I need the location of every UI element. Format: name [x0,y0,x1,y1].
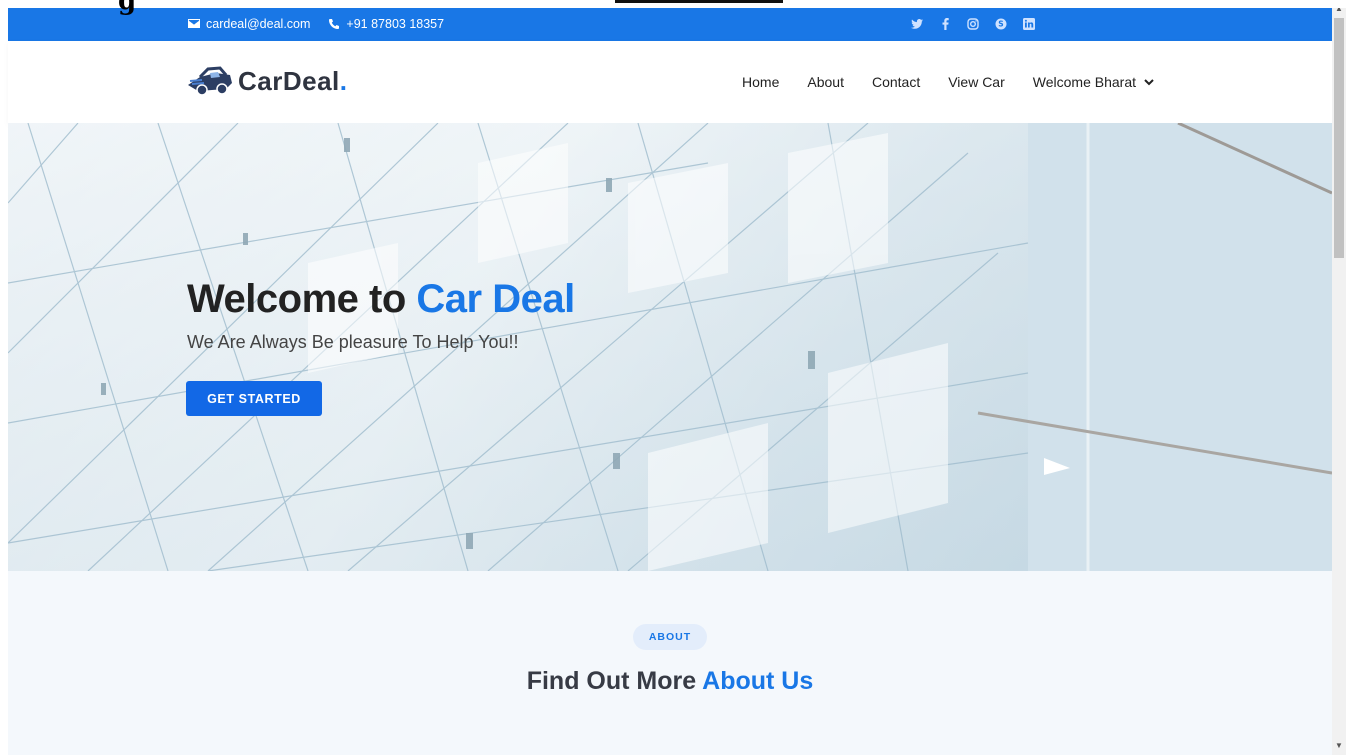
site-logo[interactable]: CarDeal. [186,59,348,103]
email-item[interactable]: cardeal@deal.com [188,17,310,31]
phone-item[interactable]: +91 87803 18357 [328,17,444,31]
site-header: CarDeal. Home About Contact View Car Wel… [8,41,1332,123]
nav-about[interactable]: About [807,74,844,90]
skype-icon[interactable]: S [994,17,1008,31]
scrollbar-thumb[interactable] [1334,18,1344,258]
phone-text: +91 87803 18357 [346,16,445,31]
nav-view-car[interactable]: View Car [948,74,1005,90]
page-scrollbar[interactable]: ▲ ▼ [1332,0,1346,755]
twitter-icon[interactable] [910,17,924,31]
about-badge: ABOUT [633,624,707,650]
user-menu-label: Welcome Bharat [1032,74,1136,90]
hero-section: Welcome to Car Deal We Are Always Be ple… [8,123,1332,571]
artifact-bar [615,0,783,3]
chevron-down-icon [1144,78,1154,85]
envelope-icon [188,19,200,28]
facebook-icon[interactable] [938,17,952,31]
linkedin-icon[interactable] [1022,17,1036,31]
contact-info: cardeal@deal.com +91 87803 18357 [188,6,444,41]
top-contact-bar: cardeal@deal.com +91 87803 18357 S [8,6,1332,41]
get-started-button[interactable]: GET STARTED [186,381,322,416]
top-artifact: g [0,0,1346,16]
hero-subtitle: We Are Always Be pleasure To Help You!! [187,332,519,352]
social-links: S [910,6,1036,41]
nav-contact[interactable]: Contact [872,74,920,90]
about-section: ABOUT Find Out More About Us [8,571,1332,755]
email-text: cardeal@deal.com [206,16,311,31]
scroll-down-arrow-icon[interactable]: ▼ [1332,739,1346,753]
about-title: Find Out More About Us [526,667,814,695]
instagram-icon[interactable] [966,17,980,31]
artifact-glyph: g [118,0,137,16]
car-logo-icon [188,66,232,96]
hero-title-accent: Car Deal [416,277,575,321]
svg-text:S: S [998,19,1003,28]
main-nav: Home About Contact View Car Welcome Bhar… [742,41,1154,123]
phone-icon [329,18,340,29]
hero-title: Welcome to Car Deal [187,277,575,321]
user-menu[interactable]: Welcome Bharat [1033,74,1154,90]
nav-home[interactable]: Home [742,74,779,90]
logo-text: CarDeal. [238,65,348,96]
about-title-accent: About Us [702,667,814,695]
